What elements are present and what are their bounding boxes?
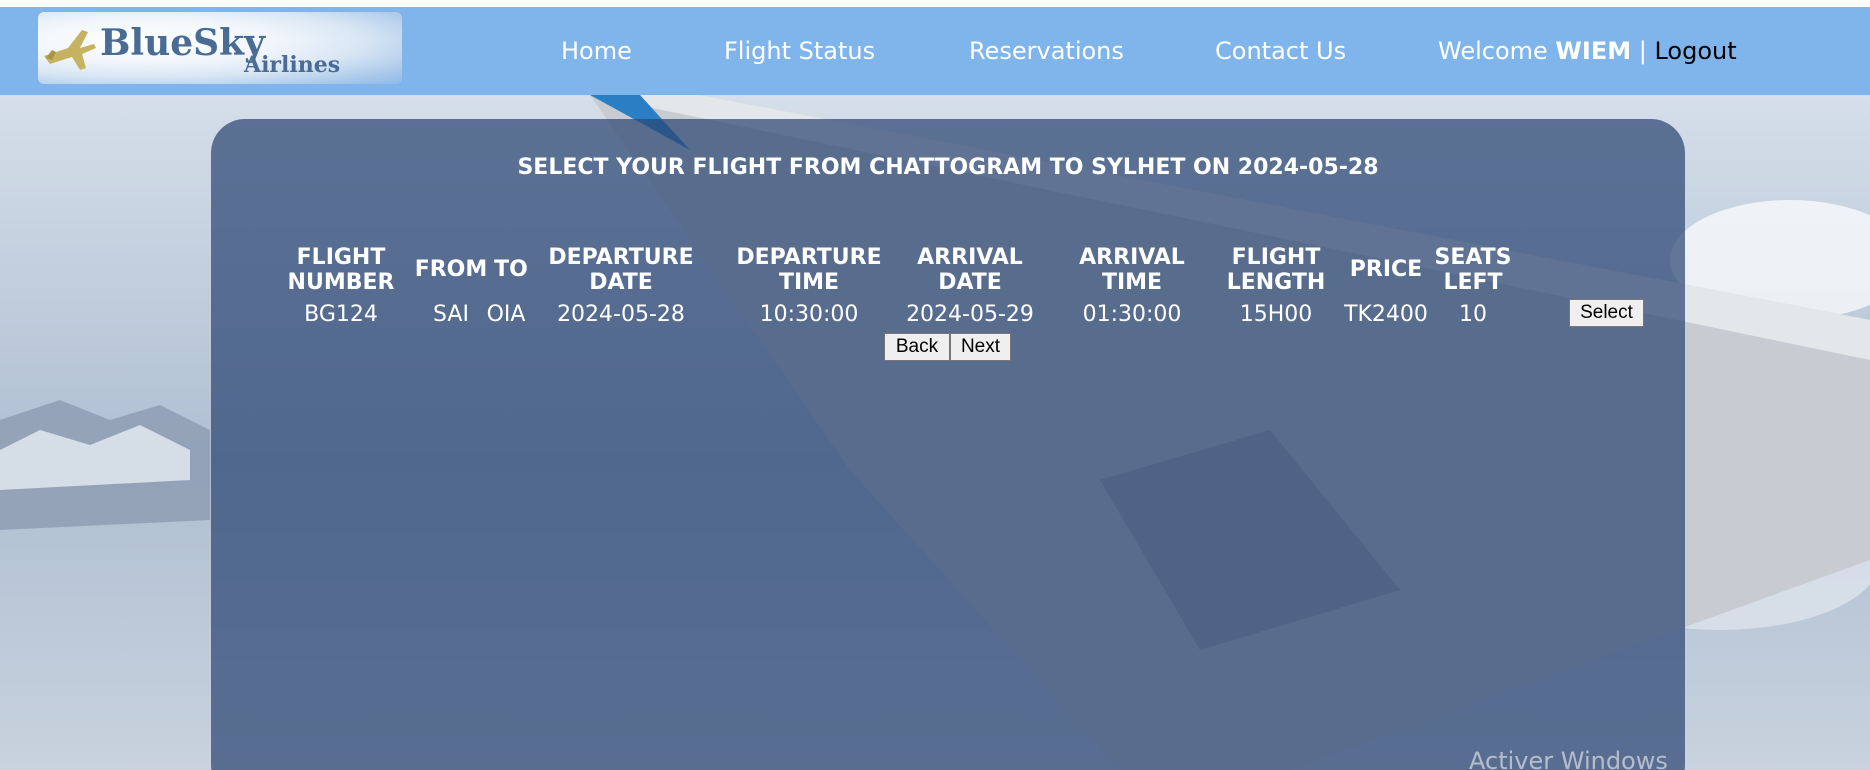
cell-departure-date: 2024-05-28 (557, 302, 685, 327)
col-header-flight-number: FLIGHT NUMBER (261, 245, 421, 295)
welcome-label: Welcome (1438, 37, 1548, 65)
col-header-price: PRICE (1349, 257, 1423, 282)
page-title: SELECT YOUR FLIGHT FROM CHATTOGRAM TO SY… (517, 155, 1379, 180)
col-header-line: DATE (938, 270, 1002, 295)
next-button[interactable]: Next (950, 333, 1011, 361)
cell-from: SAI (433, 302, 469, 327)
col-header-arrival-time: ARRIVAL TIME (1062, 245, 1202, 295)
col-header-line: ARRIVAL (1079, 245, 1185, 270)
col-header-line: LEFT (1443, 270, 1503, 295)
cell-departure-time: 10:30:00 (759, 302, 859, 327)
top-strip (0, 0, 1870, 7)
cell-flight-number: BG124 (304, 302, 378, 327)
select-flight-button[interactable]: Select (1569, 299, 1644, 327)
flight-selection-panel: SELECT YOUR FLIGHT FROM CHATTOGRAM TO SY… (211, 119, 1685, 770)
back-button[interactable]: Back (884, 333, 950, 361)
col-header-line: DEPARTURE (736, 245, 882, 270)
cell-flight-length: 15H00 (1239, 302, 1313, 327)
logout-link[interactable]: Logout (1654, 37, 1736, 65)
bluesky-airlines-logo[interactable]: BlueSky Airlines (38, 12, 402, 84)
nav-home[interactable]: Home (561, 37, 632, 65)
col-header-line: LENGTH (1226, 270, 1326, 295)
col-header-arrival-date: ARRIVAL DATE (900, 245, 1040, 295)
cell-arrival-time: 01:30:00 (1082, 302, 1182, 327)
welcome-separator: | (1638, 37, 1647, 65)
col-header-line: FLIGHT (1231, 245, 1321, 270)
nav-contact-us[interactable]: Contact Us (1215, 37, 1346, 65)
col-header-line: FLIGHT (296, 245, 386, 270)
nav-flight-status[interactable]: Flight Status (724, 37, 875, 65)
col-header-flight-length: FLIGHT LENGTH (1216, 245, 1336, 295)
site-header: BlueSky Airlines Home Flight Status Rese… (0, 7, 1870, 95)
welcome-area: Welcome WIEM | Logout (1438, 37, 1737, 65)
activate-windows-watermark: Activer Windows (1469, 747, 1668, 770)
col-header-line: DEPARTURE (548, 245, 694, 270)
col-header-from: FROM (414, 257, 488, 282)
cell-to: OIA (486, 302, 526, 327)
col-header-line: DATE (589, 270, 653, 295)
logo-sub-text: Airlines (244, 52, 341, 78)
logo-brand-text: BlueSky (100, 22, 266, 64)
page-title-wrap: SELECT YOUR FLIGHT FROM CHATTOGRAM TO SY… (211, 155, 1685, 180)
username: WIEM (1555, 37, 1632, 65)
col-header-departure-time: DEPARTURE TIME (729, 245, 889, 295)
cell-arrival-date: 2024-05-29 (906, 302, 1034, 327)
col-header-departure-date: DEPARTURE DATE (541, 245, 701, 295)
col-header-line: ARRIVAL (917, 245, 1023, 270)
col-header-line: TIME (1101, 270, 1163, 295)
cell-price: TK2400 (1344, 302, 1428, 327)
col-header-line: TIME (778, 270, 840, 295)
col-header-line: NUMBER (287, 270, 395, 295)
nav-reservations[interactable]: Reservations (969, 37, 1124, 65)
airplane-icon (44, 30, 96, 70)
col-header-seats-left: SEATS LEFT (1428, 245, 1518, 295)
col-header-line: SEATS (1434, 245, 1512, 270)
cell-seats-left: 10 (1459, 302, 1487, 327)
col-header-to: TO (494, 257, 528, 282)
